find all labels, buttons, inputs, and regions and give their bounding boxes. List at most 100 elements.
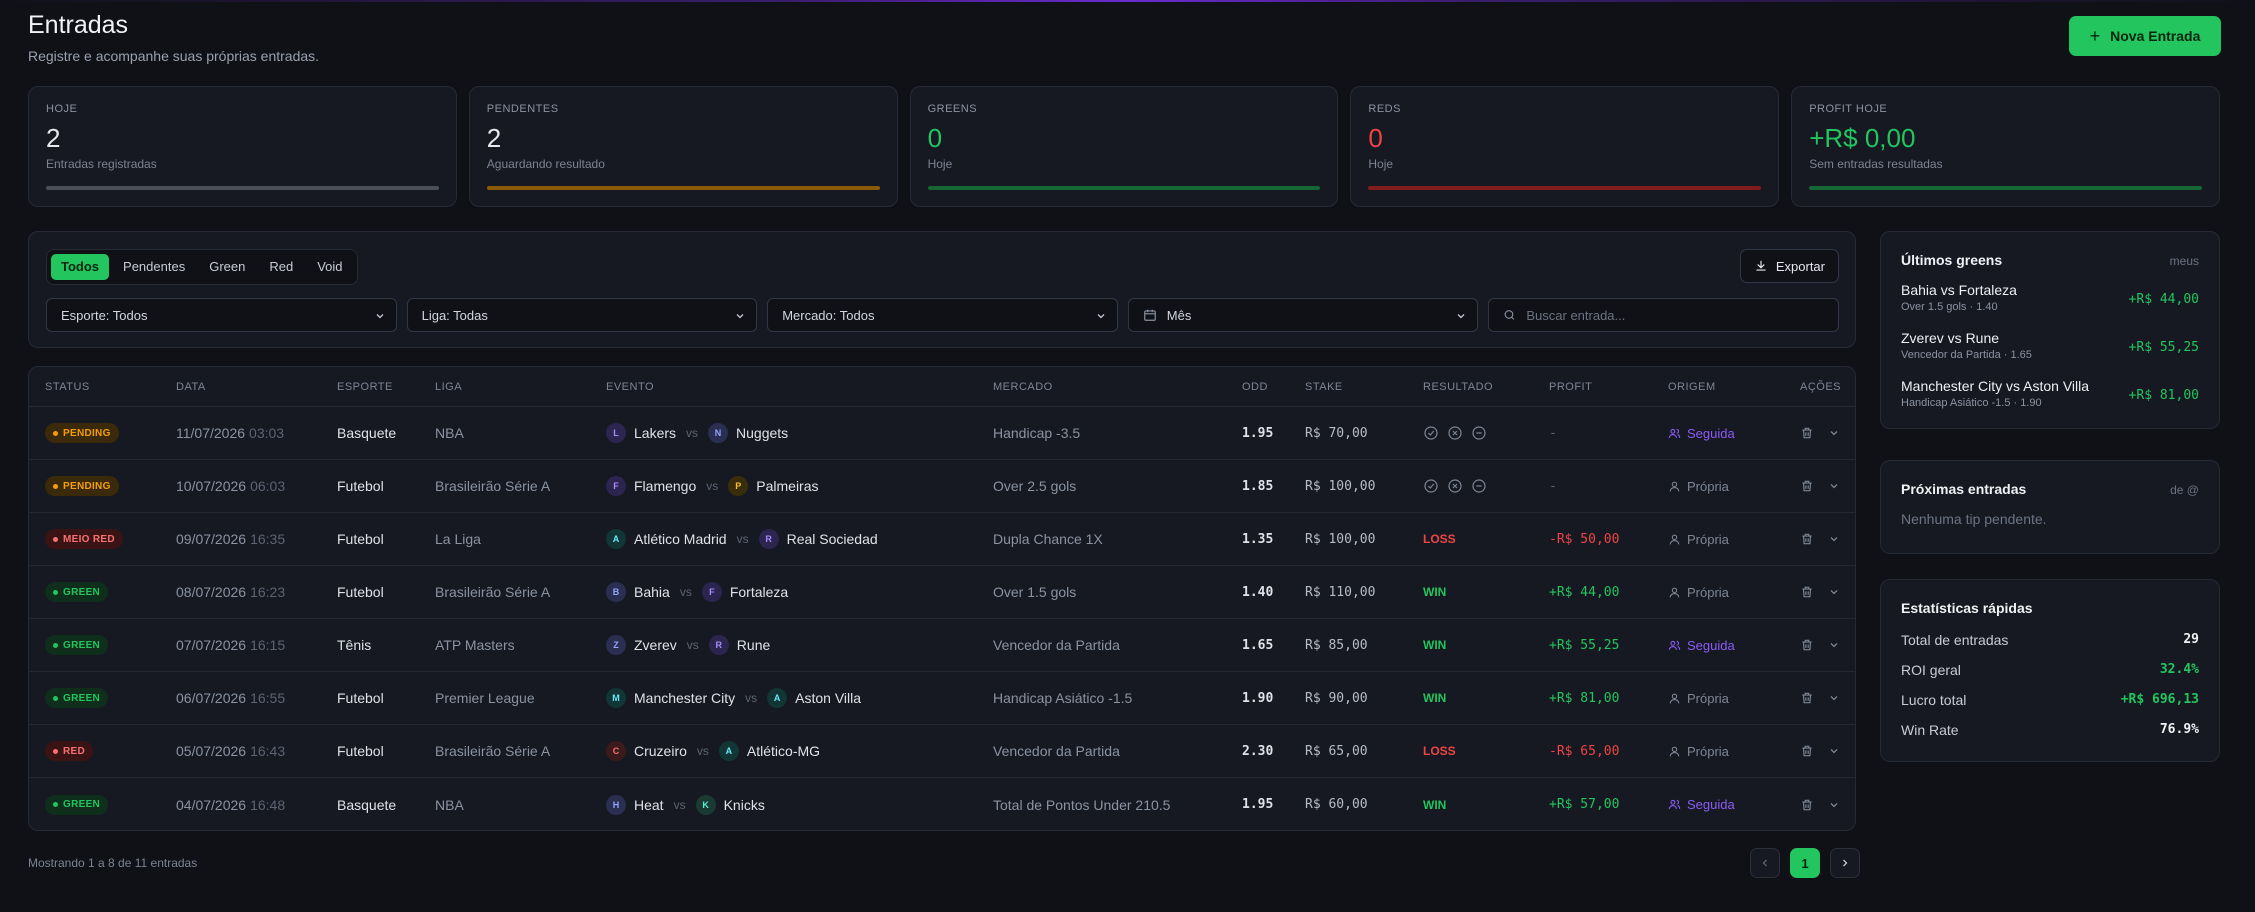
chevron-down-icon[interactable]	[1828, 799, 1840, 811]
table-row[interactable]: GREEN 07/07/2026 16:15 Tênis ATP Masters Z Zve…	[29, 619, 1855, 672]
new-entry-button[interactable]: + Nova Entrada	[2069, 16, 2221, 56]
stake-cell: R$ 100,00	[1305, 478, 1376, 494]
filters-panel: Todos Pendentes Green Red Void Exportar Espo…	[28, 231, 1856, 348]
away-team: Palmeiras	[756, 478, 819, 494]
users-icon	[1668, 428, 1681, 438]
profit-cell: +R$ 81,00	[1549, 690, 1620, 706]
market-cell: Handicap Asiático -1.5	[993, 690, 1133, 706]
minus-circle-icon[interactable]	[1471, 478, 1487, 494]
profit-cell: -	[1549, 478, 1557, 494]
stat-sub: Hoje	[927, 157, 953, 171]
stats-row: HOJE 2 Entradas registradas PENDENTES 2 Aguar…	[28, 86, 2220, 207]
tab-green[interactable]: Green	[199, 254, 255, 280]
stat-value: 2	[486, 123, 502, 153]
table-row[interactable]: PENDING 11/07/2026 03:03 Basquete NBA L Lakers…	[29, 407, 1855, 460]
team-logo: R	[758, 529, 779, 549]
table-row[interactable]: GREEN 08/07/2026 16:23 Futebol Brasileirão S…	[29, 566, 1855, 619]
stake-cell: R$ 60,00	[1305, 797, 1368, 812]
stat-card-profit-hoje: PROFIT HOJE +R$ 0,00 Sem entradas resultad…	[1791, 86, 2220, 207]
filter-selects: Esporte: Todos Liga: Todas Mercado: Todo…	[46, 298, 1839, 332]
tab-pendentes[interactable]: Pendentes	[113, 254, 195, 280]
date-cell: 08/07/2026 16:23	[176, 584, 286, 600]
table-row[interactable]: MEIO RED 09/07/2026 16:35 Futebol La Liga A At…	[29, 513, 1855, 566]
tab-void[interactable]: Void	[307, 254, 352, 280]
export-button[interactable]: Exportar	[1739, 249, 1839, 283]
result-actions	[1423, 460, 1487, 512]
status-badge: GREEN	[45, 794, 109, 815]
trash-icon[interactable]	[1800, 638, 1814, 652]
trash-icon[interactable]	[1800, 585, 1814, 599]
vs-separator: vs	[696, 744, 709, 758]
stat-value: +R$ 0,00	[1809, 123, 1916, 153]
event-cell: F Flamengo vs P Palmeiras	[606, 460, 819, 512]
column-header: DATA	[176, 380, 206, 393]
next-page-button[interactable]	[1830, 848, 1860, 878]
away-team: Fortaleza	[729, 584, 789, 600]
search-input[interactable]	[1526, 307, 1824, 323]
tab-red[interactable]: Red	[259, 254, 303, 280]
stat-card-greens: GREENS 0 Hoje	[909, 86, 1339, 207]
result-cell: LOSS	[1423, 532, 1456, 546]
league-select[interactable]: Liga: Todas	[406, 298, 758, 332]
profit-cell: +R$ 55,25	[1549, 637, 1620, 653]
chevron-down-icon	[376, 314, 384, 319]
quick-stat-value: 76.9%	[2159, 722, 2199, 737]
vs-separator: vs	[686, 426, 699, 440]
trash-icon[interactable]	[1800, 798, 1814, 812]
status-badge: PENDING	[45, 476, 119, 496]
chevron-down-icon	[1097, 314, 1105, 319]
x-circle-icon[interactable]	[1447, 478, 1463, 494]
stat-bar	[46, 186, 439, 190]
table-row[interactable]: GREEN 06/07/2026 16:55 Futebol Premier Leagu…	[29, 672, 1855, 725]
trash-icon[interactable]	[1800, 426, 1814, 440]
market-select[interactable]: Mercado: Todos	[767, 298, 1118, 332]
home-team: Lakers	[634, 425, 677, 441]
minus-circle-icon[interactable]	[1471, 425, 1487, 441]
column-header: MERCADO	[993, 380, 1053, 393]
origin-cell: Própria	[1668, 460, 1729, 512]
period-select[interactable]: Mês	[1127, 298, 1479, 332]
chevron-down-icon[interactable]	[1828, 533, 1840, 545]
page-1-button[interactable]: 1	[1790, 848, 1820, 878]
odd-cell: 1.40	[1242, 584, 1274, 600]
chevron-down-icon[interactable]	[1828, 427, 1840, 439]
trash-icon[interactable]	[1800, 691, 1814, 705]
stat-bar	[486, 186, 880, 190]
prev-page-button[interactable]	[1750, 848, 1780, 878]
quick-stat-label: ROI geral	[1901, 662, 1961, 678]
chevron-down-icon[interactable]	[1828, 586, 1840, 598]
table-row[interactable]: PENDING 10/07/2026 06:03 Futebol Brasileirão…	[29, 460, 1855, 513]
away-team: Aston Villa	[795, 690, 862, 706]
quick-stat-value: 32.4%	[2159, 662, 2199, 677]
quick-stats-title: Estatísticas rápidas	[1901, 600, 2033, 616]
calendar-icon	[1143, 309, 1156, 321]
quick-stat-value: 29	[2183, 632, 2199, 647]
stat-value: 0	[927, 123, 943, 153]
stat-label: REDS	[1368, 103, 1401, 115]
column-header: AÇÕES	[1800, 380, 1842, 393]
result-cell: WIN	[1423, 585, 1447, 599]
team-logo: M	[606, 688, 626, 708]
trash-icon[interactable]	[1800, 532, 1814, 546]
table-row[interactable]: GREEN 04/07/2026 16:48 Basquete NBA H Heat vs K K…	[29, 778, 1855, 830]
upcoming-tag: de @	[2170, 483, 2199, 497]
x-circle-icon[interactable]	[1447, 425, 1463, 441]
league-cell: NBA	[435, 425, 464, 441]
trash-icon[interactable]	[1800, 479, 1814, 493]
check-circle-icon[interactable]	[1423, 478, 1439, 494]
chevron-down-icon[interactable]	[1828, 639, 1840, 651]
check-circle-icon[interactable]	[1423, 425, 1439, 441]
table-row[interactable]: RED 05/07/2026 16:43 Futebol Brasileirão Sér…	[29, 725, 1855, 778]
chevron-down-icon[interactable]	[1828, 745, 1840, 757]
row-actions	[1800, 460, 1840, 512]
away-team: Atlético-MG	[746, 743, 821, 759]
origin-cell: Própria	[1668, 566, 1729, 618]
quick-stat-label: Win Rate	[1901, 722, 1959, 738]
chevron-down-icon[interactable]	[1828, 480, 1840, 492]
tab-todos[interactable]: Todos	[51, 254, 110, 280]
chevron-down-icon[interactable]	[1828, 692, 1840, 704]
trash-icon[interactable]	[1800, 744, 1814, 758]
date-cell: 10/07/2026 06:03	[176, 478, 286, 494]
sport-select[interactable]: Esporte: Todos	[46, 298, 397, 332]
status-tabs: Todos Pendentes Green Red Void	[46, 249, 358, 285]
